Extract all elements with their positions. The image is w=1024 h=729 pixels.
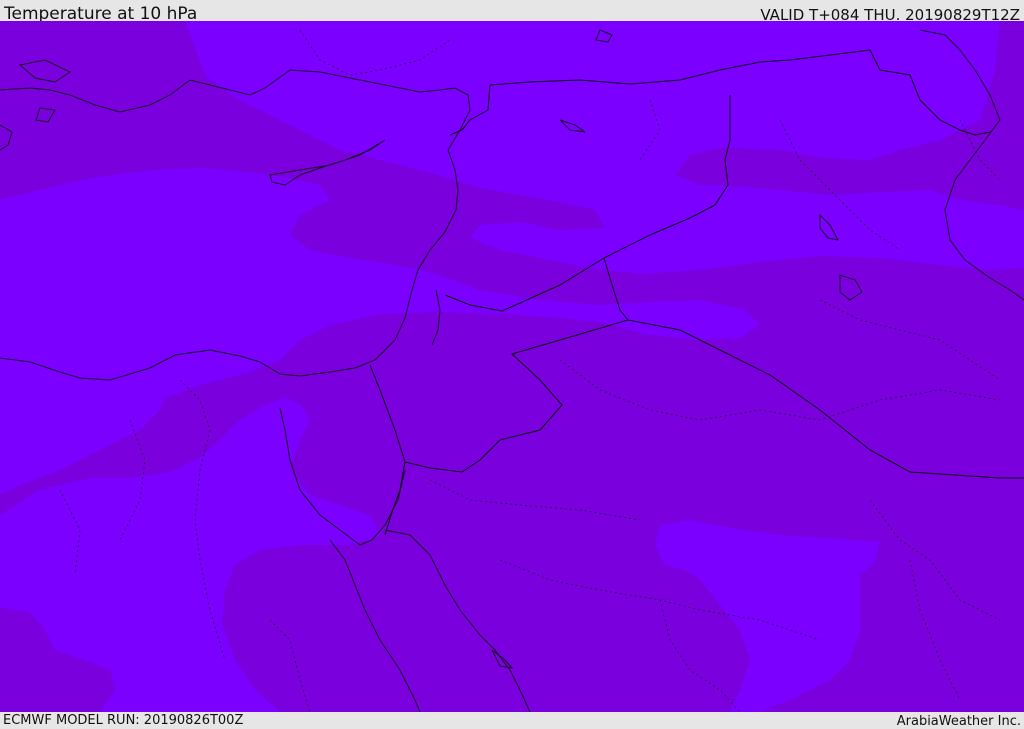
credit-label: ArabiaWeather Inc. — [896, 714, 1021, 729]
header-bar: Temperature at 10 hPa VALID T+084 THU. 2… — [0, 0, 1024, 24]
weather-map[interactable] — [0, 21, 1024, 712]
map-canvas — [0, 21, 1024, 712]
model-run-label: ECMWF MODEL RUN: 20190826T00Z — [3, 713, 244, 728]
footer-bar: ECMWF MODEL RUN: 20190826T00Z ArabiaWeat… — [0, 712, 1024, 729]
